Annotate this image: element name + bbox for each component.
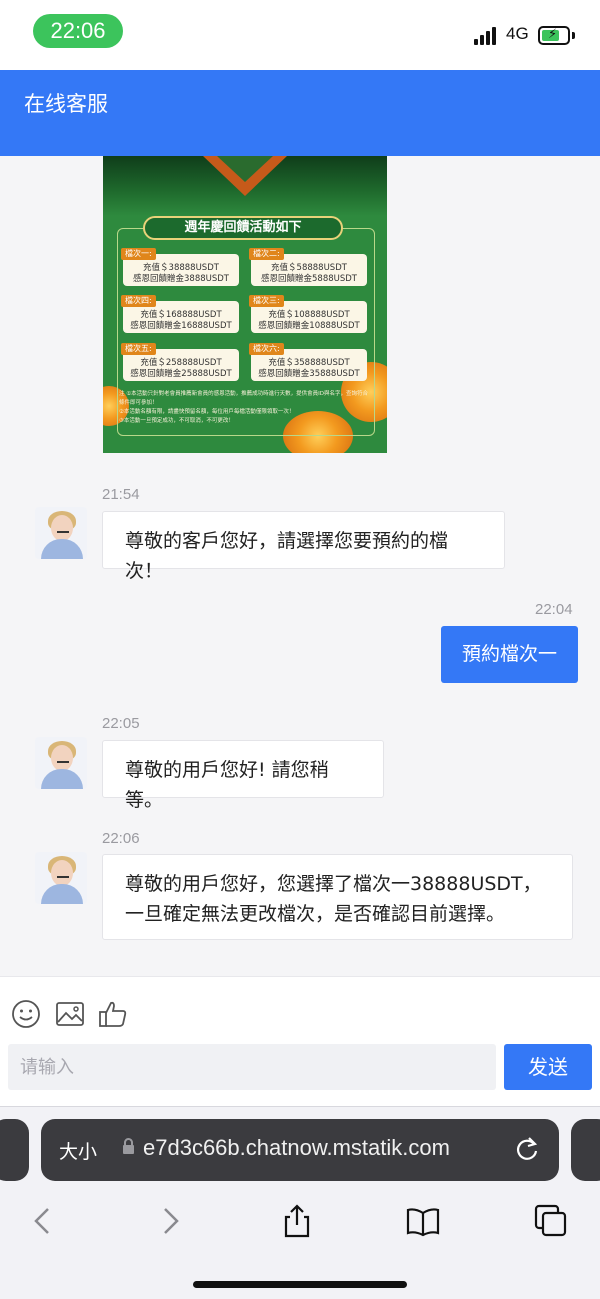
- promo-tier: 檔次三: 充值＄108888USDT 感恩回饋贈金10888USDT: [249, 295, 367, 333]
- tabs-icon[interactable]: [533, 1203, 569, 1239]
- reload-icon[interactable]: [513, 1135, 541, 1163]
- agent-avatar: [35, 852, 87, 904]
- message-input[interactable]: [8, 1044, 496, 1090]
- network-type: 4G: [506, 24, 529, 43]
- message-timestamp: 22:06: [102, 830, 140, 847]
- page-title: 在线客服: [24, 92, 108, 116]
- home-indicator: [193, 1281, 407, 1288]
- thumbs-up-icon[interactable]: [98, 999, 128, 1029]
- message-timestamp: 21:54: [102, 486, 140, 503]
- agent-avatar: [35, 737, 87, 789]
- previous-tab-preview[interactable]: [0, 1119, 29, 1181]
- next-tab-preview[interactable]: [571, 1119, 600, 1181]
- status-time: 22:06: [33, 14, 123, 48]
- status-bar: 22:06 4G ⚡: [0, 0, 600, 70]
- message-timestamp: 22:04: [535, 601, 573, 618]
- url-text[interactable]: e7d3c66b.chatnow.mstatik.com: [143, 1135, 450, 1161]
- promo-notes: 注 ①本活動只針對老會員推薦新會員的感恩活動，推薦成功時進行天數，提供會員ID與…: [119, 391, 369, 424]
- promo-tier: 檔次五: 充值＄258888USDT 感恩回饋贈金25888USDT: [121, 343, 239, 381]
- battery-icon: ⚡: [538, 26, 570, 45]
- address-bar[interactable]: 大小 e7d3c66b.chatnow.mstatik.com: [41, 1119, 559, 1181]
- agent-message: 尊敬的客戶您好，請選擇您要預約的檔次！: [102, 511, 505, 582]
- user-message: 預約檔次一: [441, 626, 578, 683]
- agent-message: 尊敬的用戶您好! 請您稍等。: [102, 740, 384, 811]
- promo-tier: 檔次一: 充值＄38888USDT 感恩回饋贈金3888USDT: [121, 248, 239, 286]
- lock-icon: [123, 1138, 134, 1154]
- composer: 发送: [0, 976, 600, 1106]
- forward-icon[interactable]: [153, 1203, 189, 1239]
- chat-header: 在线客服: [0, 70, 600, 156]
- promo-title: 週年慶回饋活動如下: [143, 216, 343, 240]
- emoji-icon[interactable]: [11, 999, 41, 1029]
- text-size-button[interactable]: 大小: [59, 1137, 97, 1164]
- bookmarks-icon[interactable]: [405, 1203, 441, 1239]
- share-icon[interactable]: [279, 1203, 315, 1239]
- browser-toolbar: 大小 e7d3c66b.chatnow.mstatik.com: [0, 1106, 600, 1299]
- promo-tier: 檔次二: 充值＄58888USDT 感恩回饋贈金5888USDT: [249, 248, 367, 286]
- promo-image[interactable]: 週年慶回饋活動如下 檔次一: 充值＄38888USDT 感恩回饋贈金3888US…: [103, 156, 387, 453]
- agent-message: 尊敬的用戶您好，您選擇了檔次一38888USDT，一旦確定無法更改檔次，是否確認…: [102, 854, 573, 940]
- chat-area[interactable]: 週年慶回饋活動如下 檔次一: 充值＄38888USDT 感恩回饋贈金3888US…: [0, 156, 600, 976]
- promo-tier: 檔次四: 充值＄168888USDT 感恩回饋贈金16888USDT: [121, 295, 239, 333]
- image-icon[interactable]: [55, 999, 85, 1029]
- back-icon[interactable]: [24, 1203, 60, 1239]
- promo-tier: 檔次六: 充值＄358888USDT 感恩回饋贈金35888USDT: [249, 343, 367, 381]
- agent-avatar: [35, 507, 87, 559]
- signal-icon: [474, 27, 498, 45]
- send-button[interactable]: 发送: [504, 1044, 592, 1090]
- message-timestamp: 22:05: [102, 715, 140, 732]
